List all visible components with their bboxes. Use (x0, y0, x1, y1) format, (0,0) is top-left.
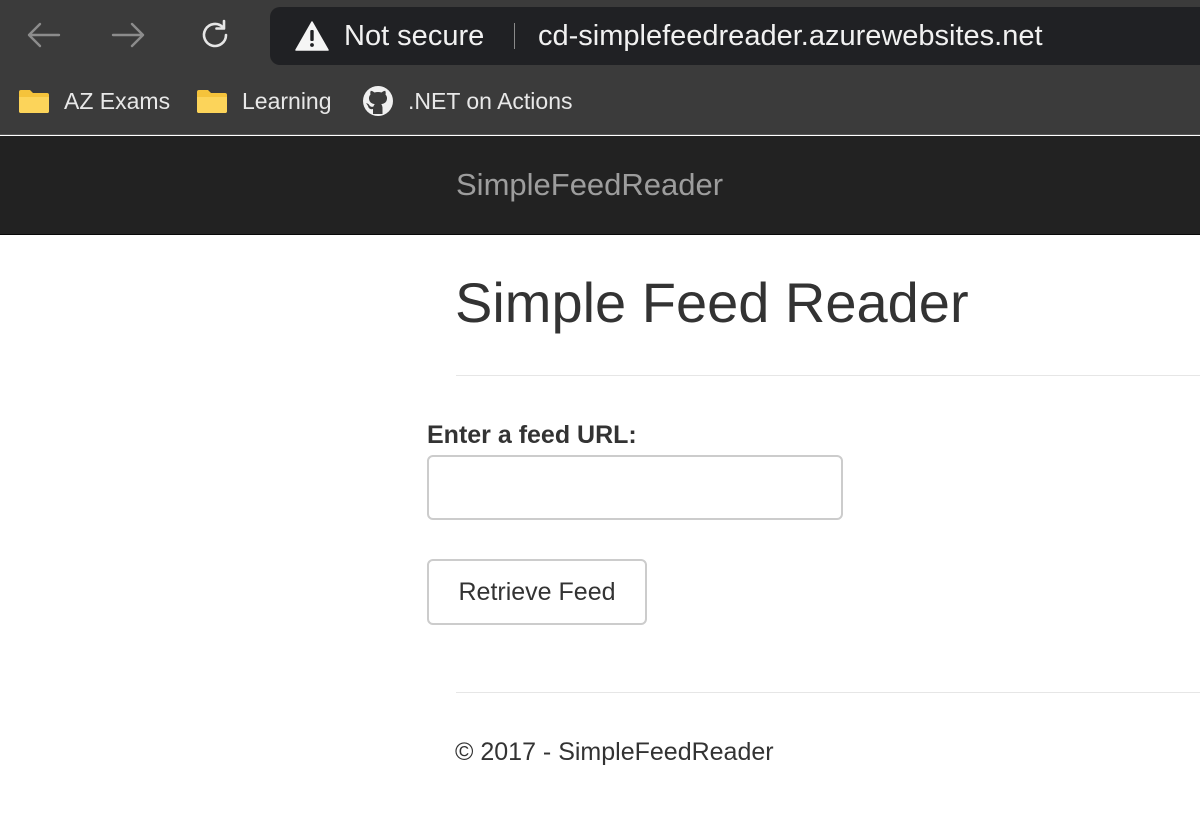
bookmark-label: AZ Exams (64, 87, 171, 114)
reload-icon (202, 19, 228, 48)
address-divider (514, 23, 515, 49)
feed-url-label: Enter a feed URL: (427, 421, 637, 449)
footer-copyright: © 2017 - SimpleFeedReader (455, 738, 774, 766)
page-title: Simple Feed Reader (455, 271, 969, 334)
folder-icon (197, 90, 227, 113)
browser-toolbar: Not secure cd-simplefeedreader.azurewebs… (0, 0, 1200, 70)
url-text[interactable]: cd-simplefeedreader.azurewebsites.net (538, 19, 1043, 53)
github-icon (363, 86, 393, 116)
retrieve-feed-button[interactable]: Retrieve Feed (427, 559, 647, 625)
divider-bottom (456, 692, 1200, 693)
arrow-left-icon (27, 22, 61, 48)
bookmark-label: .NET on Actions (408, 87, 573, 114)
warning-triangle-icon[interactable] (295, 21, 329, 51)
bookmarks-bar: AZ Exams Learning .NET on Actions (0, 70, 1200, 135)
bookmark-label: Learning (242, 87, 332, 114)
bookmark-az-exams[interactable]: AZ Exams (18, 83, 170, 119)
arrow-right-icon (111, 22, 145, 48)
back-button[interactable] (20, 12, 66, 58)
divider-top (456, 375, 1200, 376)
bookmark-net-on-actions[interactable]: .NET on Actions (362, 83, 573, 119)
feed-url-input[interactable] (427, 455, 843, 520)
bookmark-learning[interactable]: Learning (196, 83, 332, 119)
navbar-brand-link[interactable]: SimpleFeedReader (456, 166, 723, 204)
address-bar[interactable]: Not secure cd-simplefeedreader.azurewebs… (270, 7, 1200, 65)
folder-icon (19, 90, 49, 113)
site-navbar: SimpleFeedReader (0, 136, 1200, 235)
security-label[interactable]: Not secure (344, 19, 484, 53)
forward-button[interactable] (106, 12, 152, 58)
reload-button[interactable] (192, 12, 238, 58)
